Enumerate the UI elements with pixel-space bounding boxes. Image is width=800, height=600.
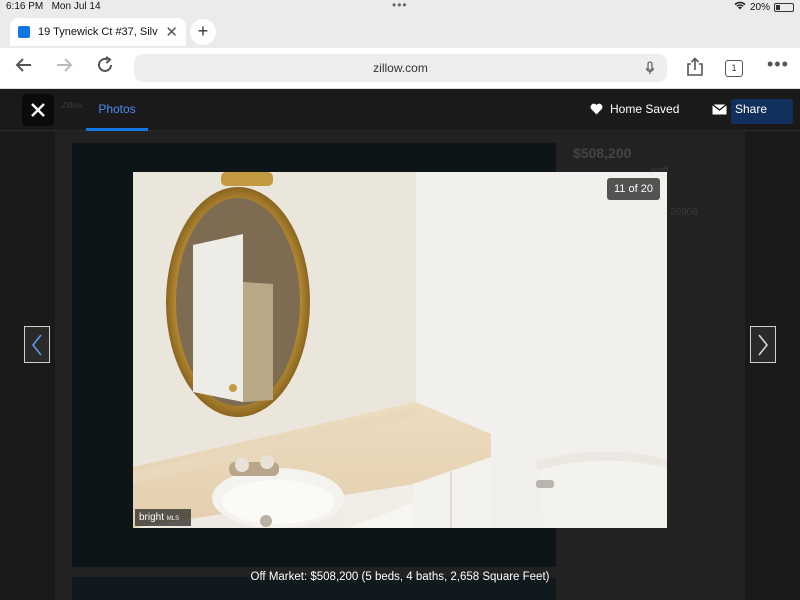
close-viewer-button[interactable] [22, 94, 54, 126]
mail-icon [712, 103, 727, 114]
page-content: Zillow $508,200 sqft 20906 Photos Home S… [0, 89, 800, 600]
new-tab-button[interactable]: + [190, 19, 216, 45]
reload-icon[interactable] [95, 55, 115, 81]
battery-percent: 20% [749, 1, 770, 13]
tab-close-icon[interactable]: ✕ [165, 23, 178, 41]
mls-watermark: bright MLS [135, 509, 191, 526]
back-icon[interactable] [14, 55, 34, 81]
browser-toolbar: zillow.com 1 ••• [0, 48, 800, 89]
url-field[interactable]: zillow.com [134, 54, 667, 82]
home-saved-button[interactable]: Home Saved [590, 102, 679, 116]
close-icon [31, 103, 45, 117]
browser-tab-bar: 19 Tynewick Ct #37, Silv ✕ + [0, 14, 800, 48]
share-label: Share [735, 102, 768, 116]
photo-caption: Off Market: $508,200 (5 beds, 4 baths, 2… [250, 571, 550, 583]
chevron-right-icon [758, 334, 769, 355]
battery-icon [774, 2, 794, 12]
heart-icon [590, 103, 603, 115]
status-right: 20% [734, 1, 794, 13]
tab-title: 19 Tynewick Ct #37, Silv [38, 26, 158, 38]
zillow-favicon-icon [18, 26, 30, 38]
share-button[interactable]: Share [712, 102, 767, 116]
status-time: 6:16 PM Mon Jul 14 [6, 1, 101, 12]
backdrop-zip: 20906 [670, 207, 698, 218]
tab-photos[interactable]: Photos [86, 102, 148, 131]
browser-tab[interactable]: 19 Tynewick Ct #37, Silv ✕ [10, 18, 186, 46]
tabs-count-button[interactable]: 1 [725, 60, 743, 77]
share-sheet-icon[interactable] [686, 57, 704, 82]
microphone-icon[interactable] [645, 54, 655, 85]
wifi-icon [734, 1, 746, 13]
chevron-left-icon [31, 334, 42, 355]
backdrop-price: $508,200 [573, 145, 632, 161]
photo-counter: 11 of 20 [607, 178, 660, 200]
photo-viewer-header: Photos Home Saved Share [0, 89, 800, 131]
multitask-dots-icon[interactable]: ••• [392, 0, 408, 12]
ios-status-bar: 6:16 PM Mon Jul 14 ••• 20% [0, 0, 800, 14]
listing-photo [133, 172, 667, 528]
forward-icon[interactable] [54, 55, 74, 81]
previous-photo-button[interactable] [24, 326, 50, 363]
home-saved-label: Home Saved [610, 102, 680, 116]
url-text: zillow.com [373, 61, 428, 75]
more-icon[interactable]: ••• [767, 54, 789, 75]
next-photo-button[interactable] [750, 326, 776, 363]
